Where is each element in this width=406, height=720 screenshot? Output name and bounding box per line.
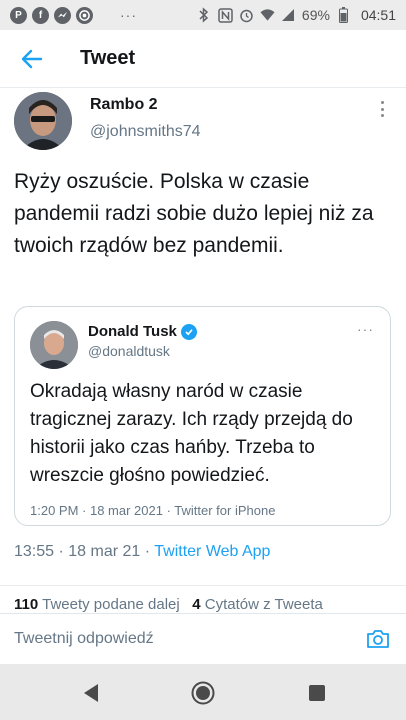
tweet-date: 18 mar 21	[68, 543, 141, 560]
author-handle[interactable]: @johnsmiths74	[90, 123, 201, 141]
more-options-button[interactable]	[374, 98, 390, 120]
nfc-icon	[218, 7, 233, 23]
wifi-icon	[260, 7, 275, 23]
quoted-author-handle: @donaldtusk	[88, 343, 170, 359]
retweets-label[interactable]: Tweety podane dalej	[42, 596, 180, 613]
battery-icon	[336, 7, 351, 23]
tweet-meta: 13:55 · 18 mar 21 · Twitter Web App	[14, 543, 270, 561]
home-circle-icon	[191, 681, 215, 705]
reply-input[interactable]: Tweetnij odpowiedź	[14, 630, 364, 648]
kebab-dot	[380, 101, 384, 104]
system-icons: 69% 04:51	[197, 0, 396, 30]
avatar[interactable]	[14, 92, 72, 150]
alarm-icon	[239, 7, 254, 23]
back-button[interactable]	[14, 41, 50, 77]
more-notifications: ···	[120, 7, 137, 23]
messenger-icon	[54, 6, 71, 24]
clock: 04:51	[360, 7, 396, 23]
status-bar: P f ··· 69% 04:51	[0, 0, 406, 30]
bluetooth-icon	[197, 7, 212, 23]
camera-icon	[367, 630, 389, 648]
quotes-count[interactable]: 4	[192, 596, 200, 613]
tweet-source-link[interactable]: Twitter Web App	[154, 543, 270, 560]
counts-row: 110 Tweety podane dalej 4 Cytatów z Twee…	[14, 596, 323, 613]
quoted-text: Okradają własny naród w czasie tragiczne…	[30, 381, 353, 486]
arrow-left-icon	[21, 49, 43, 68]
kebab-dot	[380, 114, 384, 117]
engagement-counts: 110 Tweety podane dalej 4 Cytatów z Twee…	[0, 585, 406, 613]
battery-percent: 69%	[301, 7, 330, 23]
signal-icon	[281, 7, 296, 23]
quoted-more-icon[interactable]: ···	[357, 321, 374, 337]
quoted-author-name-text: Donald Tusk	[88, 323, 177, 340]
nav-home-button[interactable]	[190, 680, 216, 706]
top-app-bar: Tweet	[0, 30, 406, 88]
facebook-icon: f	[32, 6, 49, 24]
notification-icons: P f ···	[10, 6, 137, 24]
kebab-dot	[380, 107, 384, 111]
retweets-count[interactable]: 110	[14, 596, 38, 613]
nav-recents-button[interactable]	[304, 680, 330, 706]
triangle-back-icon	[84, 684, 98, 702]
pinterest-icon: P	[10, 6, 27, 24]
meta-separator: ·	[140, 543, 155, 560]
meta-separator: ·	[54, 543, 69, 560]
quoted-meta: 1:20 PM · 18 mar 2021 · Twitter for iPho…	[30, 503, 276, 518]
quotes-label[interactable]: Cytatów z Tweeta	[205, 596, 323, 613]
chrome-icon	[76, 6, 93, 24]
author-name[interactable]: Rambo 2	[90, 96, 158, 114]
system-navigation-bar	[0, 664, 406, 720]
quoted-tweet[interactable]: Donald Tusk @donaldtusk ··· Okradają wła…	[14, 306, 391, 526]
page-title: Tweet	[80, 47, 136, 69]
nav-back-button[interactable]	[78, 680, 104, 706]
quoted-author-name: Donald Tusk	[88, 323, 197, 340]
verified-badge-icon	[180, 323, 197, 340]
camera-button[interactable]	[364, 625, 392, 653]
tweet-author: Rambo 2 @johnsmiths74	[12, 90, 402, 150]
tweet-time: 13:55	[14, 543, 55, 560]
quoted-avatar	[30, 321, 78, 369]
tweet-text: Ryży oszuście. Polska w czasie pandemii …	[14, 170, 374, 257]
reply-bar: Tweetnij odpowiedź	[0, 613, 406, 664]
recents-square-icon	[309, 685, 325, 701]
